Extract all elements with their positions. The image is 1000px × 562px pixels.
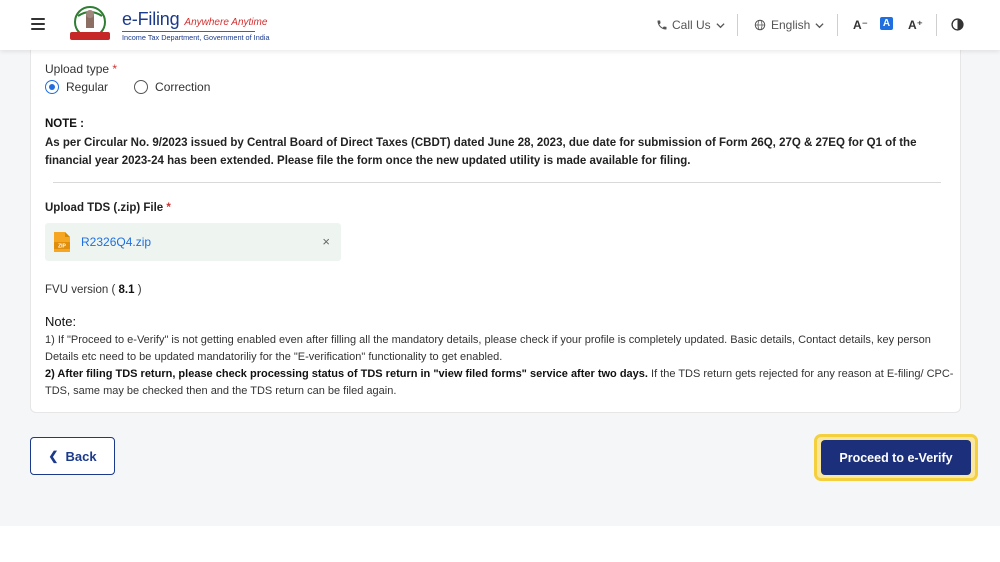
phone-icon (657, 20, 667, 30)
note-heading: Note: (45, 314, 77, 329)
upload-type-radio-group: Regular Correction (45, 80, 236, 94)
proceed-to-everify-button[interactable]: Proceed to e-Verify (821, 440, 971, 475)
note-item-2: 2) After filing TDS return, please check… (45, 368, 954, 397)
language-label: English (771, 18, 811, 32)
font-normal-button[interactable]: A (880, 17, 893, 30)
radio-regular[interactable]: Regular (45, 80, 108, 94)
chevron-left-icon: ❮ (48, 449, 59, 463)
instructions-note: 1) If "Proceed to e-Verify" is not getti… (45, 332, 955, 400)
font-increase-button[interactable]: A⁺ (908, 18, 923, 32)
income-tax-emblem-logo (70, 6, 110, 40)
brand-tagline: Anywhere Anytime (184, 17, 268, 28)
uploaded-file-name[interactable]: R2326Q4.zip (81, 235, 151, 249)
cbdt-circular-note: As per Circular No. 9/2023 issued by Cen… (45, 137, 917, 167)
svg-text:ZIP: ZIP (58, 244, 66, 250)
fvu-version: FVU version ( 8.1 ) (45, 284, 142, 296)
contrast-icon[interactable] (951, 18, 964, 31)
zip-file-icon: ZIP (54, 232, 70, 252)
radio-correction[interactable]: Correction (134, 80, 210, 94)
note-title: NOTE : (45, 118, 84, 130)
top-header: e-Filing Anywhere Anytime Income Tax Dep… (0, 0, 1000, 50)
brand[interactable]: e-Filing Anywhere Anytime Income Tax Dep… (122, 9, 270, 42)
fvu-version-value: 8.1 (118, 284, 135, 296)
radio-regular-indicator[interactable] (45, 80, 59, 94)
upload-file-label: Upload TDS (.zip) File * (45, 202, 171, 214)
chevron-down-icon (716, 22, 725, 28)
note-item-1: 1) If "Proceed to e-Verify" is not getti… (45, 334, 931, 363)
section-divider (53, 182, 941, 183)
remove-file-icon[interactable]: × (322, 234, 330, 249)
call-us-label: Call Us (672, 18, 711, 32)
proceed-highlight: Proceed to e-Verify (814, 434, 978, 481)
hamburger-menu-icon[interactable] (31, 18, 45, 30)
chevron-down-icon (815, 22, 824, 28)
call-us-menu[interactable]: Call Us (656, 18, 725, 32)
back-button[interactable]: ❮ Back (30, 437, 115, 475)
language-selector[interactable]: English (754, 18, 824, 32)
font-decrease-button[interactable]: A⁻ (853, 18, 868, 32)
radio-correction-label: Correction (155, 80, 211, 94)
upload-type-label: Upload type * (45, 62, 118, 76)
radio-regular-label: Regular (66, 80, 109, 94)
back-button-label: Back (65, 448, 97, 464)
brand-subtitle: Income Tax Department, Government of Ind… (122, 33, 270, 42)
upload-form-card: Upload type * Regular Correction NOTE : … (30, 50, 961, 413)
globe-icon (754, 19, 766, 31)
radio-correction-indicator[interactable] (134, 80, 149, 94)
uploaded-file-chip: ZIP R2326Q4.zip × (45, 223, 341, 261)
brand-title: e-Filing (122, 9, 180, 29)
